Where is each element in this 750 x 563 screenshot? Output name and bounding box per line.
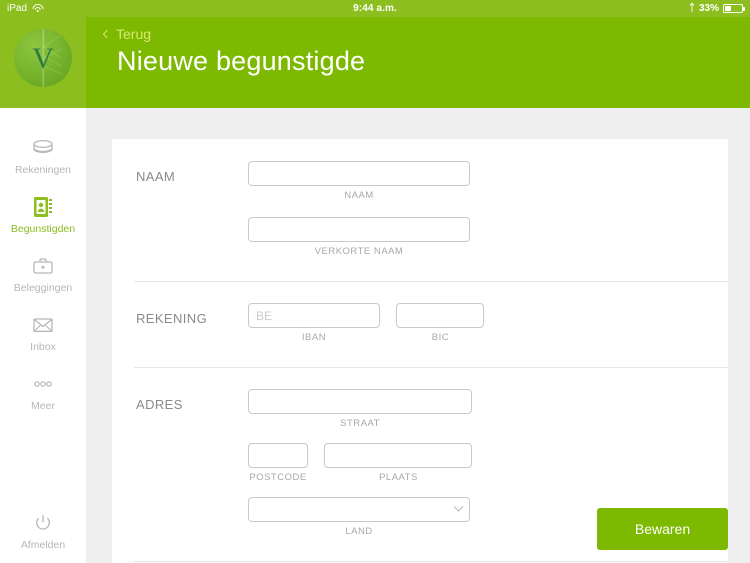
ipad-app-screen: iPad 9:44 a.m. ᛏ 33% V Rekeningen Beguns… bbox=[0, 0, 750, 563]
sidebar-item-label: Meer bbox=[31, 400, 55, 412]
coins-stack-icon bbox=[0, 135, 86, 161]
battery-percent-label: 33% bbox=[698, 3, 719, 14]
straat-input[interactable] bbox=[248, 389, 472, 414]
form-row-rekening: REKENING BE IBAN BIC bbox=[112, 281, 728, 367]
power-icon bbox=[0, 510, 86, 536]
chevron-left-icon bbox=[102, 29, 112, 39]
briefcase-icon bbox=[0, 253, 86, 279]
sidebar-item-label: Begunstigden bbox=[10, 223, 76, 235]
field-caption: POSTCODE bbox=[249, 472, 307, 483]
iban-placeholder: BE bbox=[256, 308, 273, 323]
ellipsis-icon bbox=[0, 371, 86, 397]
sidebar-item-label: Rekeningen bbox=[14, 164, 72, 176]
page-title: Nieuwe begunstigde bbox=[117, 46, 366, 76]
sidebar: V Rekeningen Begunstigden Beleggingen In… bbox=[0, 0, 86, 563]
sidebar-nav: Rekeningen Begunstigden Beleggingen Inbo… bbox=[0, 126, 86, 421]
avatar[interactable]: V bbox=[14, 29, 72, 87]
field-straat: STRAAT bbox=[248, 389, 472, 429]
back-button[interactable]: Terug bbox=[102, 26, 152, 42]
field-plaats: PLAATS bbox=[324, 443, 473, 483]
status-bar-right: ᛏ 33% bbox=[688, 2, 745, 14]
logout-button[interactable]: Afmelden bbox=[0, 510, 86, 551]
sidebar-item-beleggingen[interactable]: Beleggingen bbox=[0, 244, 86, 303]
field-bic: BIC bbox=[396, 303, 485, 343]
bluetooth-icon: ᛏ bbox=[688, 2, 695, 14]
row-fields: NAAM VERKORTE NAAM bbox=[248, 161, 728, 269]
naam-input[interactable] bbox=[248, 161, 470, 186]
field-naam: NAAM bbox=[248, 161, 470, 201]
bic-input[interactable] bbox=[396, 303, 485, 328]
iban-input[interactable]: BE bbox=[248, 303, 380, 328]
status-bar-clock: 9:44 a.m. bbox=[353, 3, 397, 14]
field-iban: BE IBAN bbox=[248, 303, 380, 343]
field-caption: NAAM bbox=[344, 190, 374, 201]
chevron-down-icon bbox=[453, 501, 464, 512]
field-caption: STRAAT bbox=[340, 418, 380, 429]
sidebar-item-meer[interactable]: Meer bbox=[0, 362, 86, 421]
form-row-naam: NAAM NAAM VERKORTE NAAM bbox=[112, 139, 728, 281]
sidebar-item-label: Beleggingen bbox=[13, 282, 73, 294]
form-card: NAAM NAAM VERKORTE NAAM REKENING BE IBAN… bbox=[112, 139, 728, 563]
verkorte-naam-input[interactable] bbox=[248, 217, 470, 242]
battery-icon bbox=[723, 4, 745, 13]
address-book-icon bbox=[0, 194, 86, 220]
plaats-input[interactable] bbox=[324, 443, 473, 468]
row-label: NAAM bbox=[136, 169, 176, 184]
row-fields: BE IBAN BIC bbox=[248, 303, 728, 355]
avatar-monogram: V bbox=[32, 42, 54, 75]
row-label: ADRES bbox=[136, 397, 183, 412]
status-bar: iPad 9:44 a.m. ᛏ 33% bbox=[0, 0, 750, 17]
field-caption: IBAN bbox=[301, 332, 327, 343]
field-postcode: POSTCODE bbox=[248, 443, 308, 483]
field-caption: PLAATS bbox=[379, 472, 418, 483]
field-caption: LAND bbox=[345, 526, 373, 537]
sidebar-item-label: Inbox bbox=[30, 341, 56, 353]
field-land: LAND bbox=[248, 497, 470, 537]
postcode-input[interactable] bbox=[248, 443, 308, 468]
sidebar-item-rekeningen[interactable]: Rekeningen bbox=[0, 126, 86, 185]
land-select[interactable] bbox=[248, 497, 470, 522]
sidebar-item-begunstigden[interactable]: Begunstigden bbox=[0, 185, 86, 244]
field-caption: VERKORTE NAAM bbox=[314, 246, 404, 257]
envelope-icon bbox=[0, 312, 86, 338]
field-verkorte-naam: VERKORTE NAAM bbox=[248, 217, 470, 257]
save-button[interactable]: Bewaren bbox=[597, 508, 728, 550]
content-area: NAAM NAAM VERKORTE NAAM REKENING BE IBAN… bbox=[86, 108, 750, 563]
back-button-label: Terug bbox=[116, 26, 152, 42]
field-caption: BIC bbox=[431, 332, 450, 343]
sidebar-item-inbox[interactable]: Inbox bbox=[0, 303, 86, 362]
row-label: REKENING bbox=[136, 311, 208, 326]
logout-label: Afmelden bbox=[20, 539, 66, 551]
